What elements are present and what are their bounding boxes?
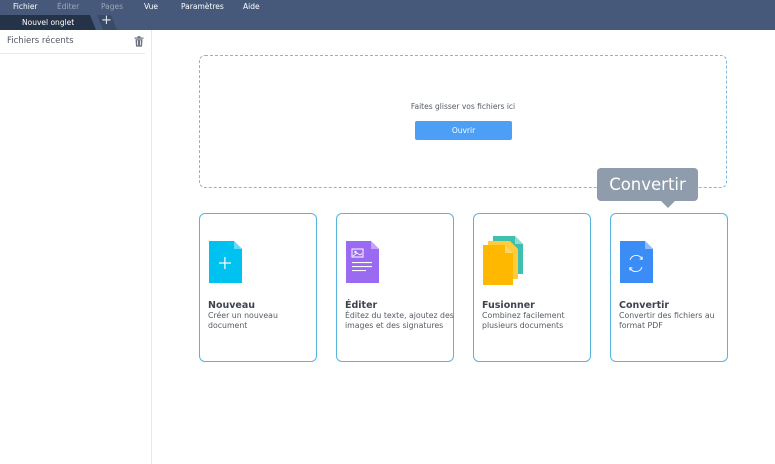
open-button[interactable]: Ouvrir [415,121,512,140]
card-description: Éditez du texte, ajoutez des images et d… [345,311,454,330]
convert-document-icon [620,241,653,283]
plus-icon: + [101,13,112,28]
convert-tooltip: Convertir [597,168,698,208]
sidebar: Fichiers récents [0,30,152,464]
add-tab-button[interactable]: + [97,15,117,30]
menu-fichier[interactable]: Fichier [13,2,38,11]
card-description: Convertir des fichiers au format PDF [619,311,715,330]
sidebar-header: Fichiers récents [0,30,145,54]
tab-label: Nouvel onglet [22,18,75,27]
new-document-icon [209,241,242,283]
menu-bar: Fichier Éditer Pages Vue Paramètres Aide… [0,0,775,30]
card-title: Éditer [345,300,378,311]
card-description: Créer un nouveau document [208,311,278,330]
card-nouveau[interactable]: Nouveau Créer un nouveau document [199,213,317,362]
tab-nouvel-onglet[interactable]: Nouvel onglet [0,15,96,30]
trash-icon[interactable] [134,36,144,47]
merge-documents-icon [483,236,523,285]
edit-document-icon [346,241,379,283]
card-title: Convertir [619,300,670,311]
card-convertir[interactable]: Convertir Convertir des fichiers au form… [610,213,728,362]
menu-pages[interactable]: Pages [101,2,123,11]
card-description: Combinez facilement plusieurs documents [482,311,565,330]
card-title: Nouveau [208,300,256,311]
menu-aide[interactable]: Aide [243,2,260,11]
card-editer[interactable]: Éditer Éditez du texte, ajoutez des imag… [336,213,454,362]
menu-editer[interactable]: Éditer [57,2,79,11]
card-fusionner[interactable]: Fusionner Combinez facilement plusieurs … [473,213,591,362]
drop-zone-text: Faites glisser vos fichiers ici [410,102,516,111]
recent-files-title: Fichiers récents [7,36,74,46]
menu-parametres[interactable]: Paramètres [181,2,224,11]
card-title: Fusionner [482,300,535,311]
menu-vue[interactable]: Vue [144,2,158,11]
